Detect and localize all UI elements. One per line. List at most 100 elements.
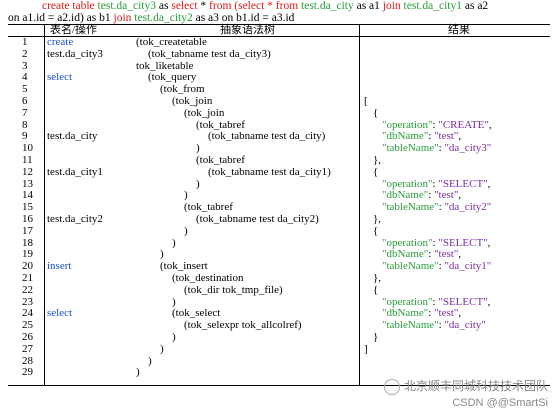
wechat-icon	[383, 379, 400, 395]
table-row: 6 (tok_join	[8, 94, 550, 108]
watermark-text: 北京顺丰同城科技技术团队	[403, 378, 548, 393]
result-token: "dbName"	[382, 130, 429, 143]
table-or-operation: test.da_city	[47, 130, 98, 143]
result-line: "tableName": "da_city"	[382, 319, 486, 332]
result-token: },	[373, 213, 382, 225]
result-token: "da_city2"	[444, 201, 492, 214]
table-header: 表名/操作 抽象语法树 结果	[8, 25, 550, 37]
header-result: 结果	[448, 24, 470, 36]
result-token: }	[373, 331, 379, 343]
result-token: "SELECT"	[438, 177, 488, 190]
result-line: ]	[364, 342, 368, 356]
line-number: 12	[22, 165, 33, 178]
result-token: "operation"	[382, 295, 433, 308]
result-token: "dbName"	[382, 307, 429, 320]
result-token: "SELECT"	[438, 236, 488, 249]
table-row: 16 test.da_city2 (tok_tabname test da_city…	[8, 212, 550, 226]
result-token: "da_city"	[444, 319, 486, 332]
query-token: test.da_city2	[131, 12, 193, 24]
syntax-tree-node: )	[172, 236, 176, 249]
syntax-tree-node: )	[172, 295, 176, 308]
line-number: 17	[22, 224, 33, 237]
result-token: "test"	[434, 189, 459, 202]
line-number: 29	[22, 366, 33, 379]
syntax-tree-node: (tok_destination	[172, 271, 244, 284]
syntax-tree-node: (tok_tabref	[196, 153, 245, 166]
line-number: 6	[22, 94, 28, 107]
result-token: ,	[487, 236, 491, 249]
result-token: "CREATE"	[438, 118, 489, 131]
result-token: "operation"	[382, 236, 433, 249]
syntax-tree-node: )	[184, 224, 188, 237]
query-token: from	[275, 0, 299, 12]
query-token: as	[156, 0, 172, 12]
table-row: 3 tok_liketable	[8, 60, 550, 73]
table-row: 28)	[8, 355, 550, 368]
query-token: as a2	[462, 0, 489, 12]
table-or-operation: insert	[47, 260, 72, 273]
result-token: "tableName"	[382, 319, 439, 332]
table-row: 5 (tok_from	[8, 83, 550, 96]
result-token: "test"	[434, 307, 459, 320]
syntax-tree-node: (tok_join	[184, 106, 225, 119]
result-token: ,	[458, 189, 462, 202]
syntax-tree-node: )	[160, 342, 164, 355]
result-token: {	[373, 165, 379, 178]
syntax-tree-node: (tok_tabname test da_city1)	[208, 165, 331, 178]
sql-query: create table test.da_city3 as select * f…	[8, 0, 548, 24]
header-tree: 抽象语法树	[220, 24, 275, 36]
syntax-tree-node: )	[196, 142, 200, 155]
query-token: test.da_city1	[400, 0, 462, 12]
query-token: as a1	[353, 0, 383, 12]
table-or-operation: select	[47, 71, 73, 84]
result-token: "tableName"	[382, 260, 439, 273]
result-token: "operation"	[382, 118, 433, 131]
query-token: as a3 on b1.id = a3.id	[192, 12, 295, 24]
table-or-operation: test.da_city2	[47, 212, 103, 225]
line-number: 22	[22, 283, 33, 296]
result-token: {	[373, 106, 379, 119]
syntax-tree-node: (tok_dir tok_tmp_file)	[184, 283, 283, 296]
result-token: "da_city1"	[444, 260, 492, 273]
result-line: {	[373, 106, 379, 120]
query-token: *	[197, 0, 210, 12]
query-token: create table	[42, 0, 98, 12]
query-token: (select *	[231, 0, 276, 12]
result-token: {	[373, 224, 379, 237]
result-line: {	[373, 224, 379, 238]
result-line: {	[373, 165, 379, 179]
header-name: 表名/操作	[50, 24, 98, 36]
syntax-tree-node: (tok_tabname test da_city2)	[196, 212, 319, 225]
result-token: "SELECT"	[438, 295, 488, 308]
credit: CSDN @@SmartSi	[452, 397, 548, 409]
syntax-tree-node: (tok_join	[172, 94, 213, 107]
result-token: ]	[364, 342, 368, 355]
table-row: 4 select (tok_query	[8, 72, 550, 84]
query-token: join	[113, 12, 132, 24]
result-token: "da_city3"	[444, 142, 492, 155]
result-token: "test"	[434, 248, 459, 261]
result-token: "dbName"	[382, 189, 429, 202]
result-token: ,	[458, 130, 462, 143]
query-token: join	[382, 0, 401, 12]
result-token: "test"	[434, 130, 459, 143]
table-or-operation: test.da_city1	[47, 165, 103, 178]
line-number: 16	[22, 212, 33, 225]
line-number: 21	[22, 271, 33, 284]
table-or-operation: test.da_city3	[47, 47, 103, 60]
line-number: 27	[22, 342, 33, 355]
result-token: },	[373, 154, 382, 166]
result-token: ,	[458, 307, 462, 320]
syntax-tree-node: )	[196, 177, 200, 190]
syntax-tree-node: )	[172, 330, 176, 343]
sql-query-line-1: create table test.da_city3 as select * f…	[8, 0, 548, 12]
result-line: [	[364, 95, 368, 108]
result-token: ,	[458, 248, 462, 261]
result-token: ,	[488, 118, 492, 131]
result-line: "tableName": "da_city1"	[382, 260, 492, 273]
result-line: "tableName": "da_city2"	[382, 201, 492, 214]
query-token: test.da_city	[298, 0, 354, 12]
result-token: {	[373, 283, 379, 296]
table-or-operation: select	[47, 307, 73, 320]
result-token: ,	[487, 177, 491, 190]
